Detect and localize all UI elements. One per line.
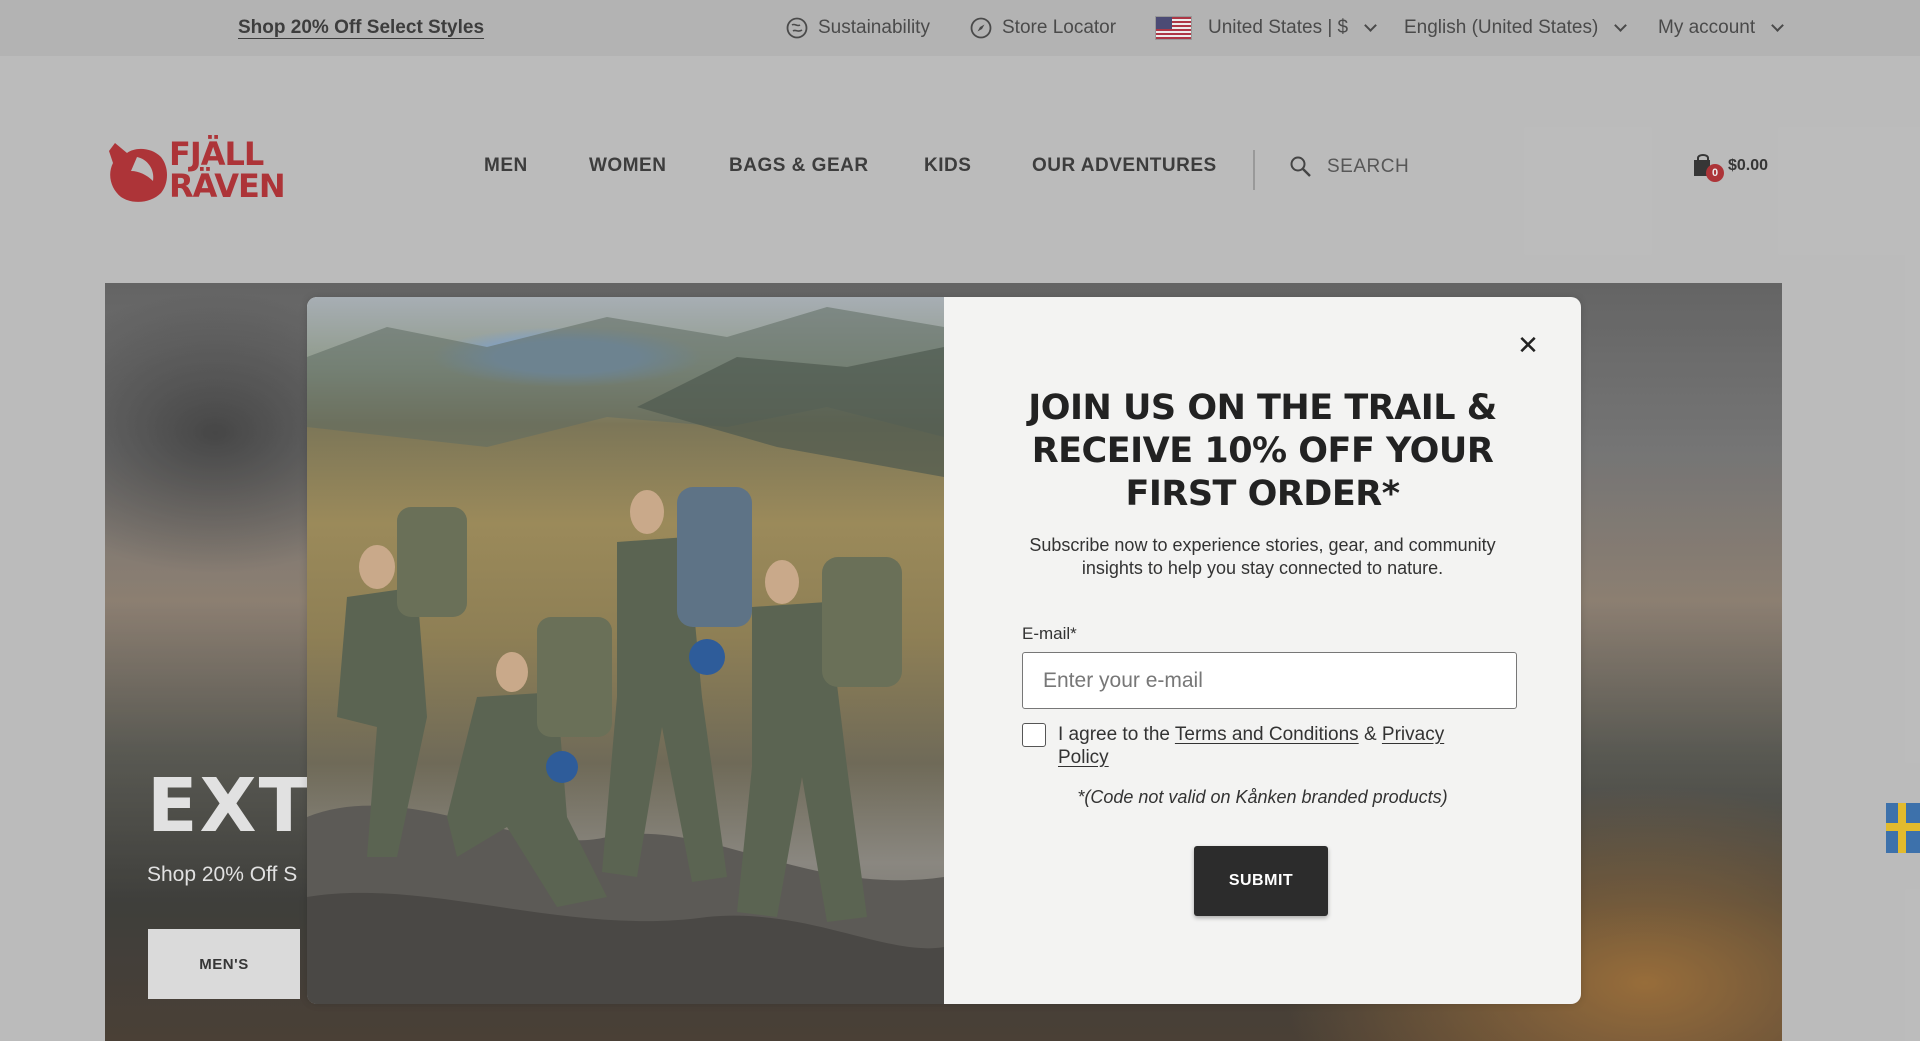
modal-title: JOIN US ON THE TRAIL & RECEIVE 10% OFF Y… <box>1028 388 1497 514</box>
agree-prefix: I agree to the <box>1058 724 1170 745</box>
submit-button[interactable]: SUBMIT <box>1194 846 1328 916</box>
newsletter-modal: ✕ JOIN US ON THE TRAIL & RECEIVE 10% OFF… <box>307 297 1581 1004</box>
modal-description: Subscribe now to experience stories, gea… <box>1029 535 1496 578</box>
hikers-photo <box>307 297 944 1004</box>
email-label: E-mail* <box>1022 624 1077 643</box>
modal-form-panel: ✕ JOIN US ON THE TRAIL & RECEIVE 10% OFF… <box>944 297 1581 1004</box>
agree-mid: & <box>1363 724 1377 745</box>
terms-text: I agree to the Terms and Conditions & Pr… <box>1058 723 1478 769</box>
code-note: *(Code not valid on Kånken branded produ… <box>1077 787 1448 807</box>
email-field[interactable] <box>1022 652 1517 709</box>
terms-checkbox[interactable] <box>1022 723 1046 747</box>
close-button[interactable]: ✕ <box>1516 330 1540 360</box>
terms-link[interactable]: Terms and Conditions <box>1175 724 1359 745</box>
terms-agreement: I agree to the Terms and Conditions & Pr… <box>1022 723 1478 769</box>
close-icon: ✕ <box>1517 330 1539 360</box>
